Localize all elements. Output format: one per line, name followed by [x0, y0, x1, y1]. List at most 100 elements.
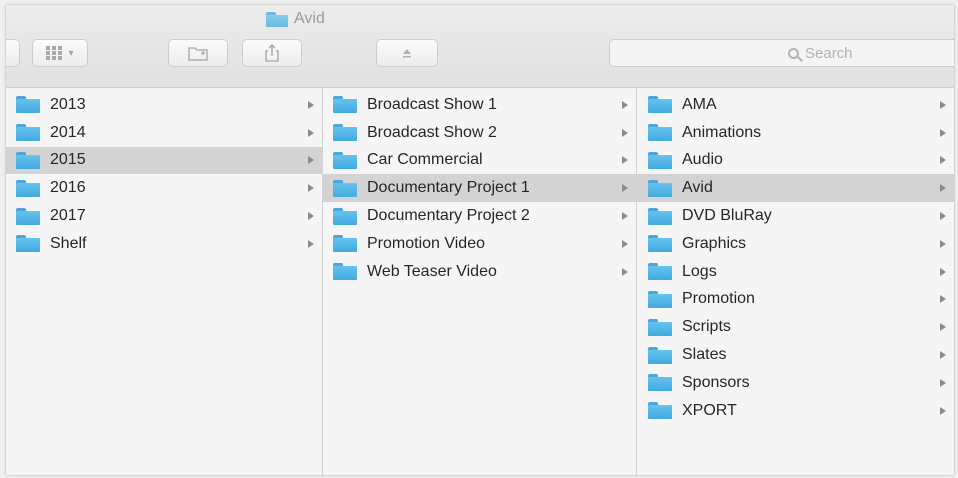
folder-row[interactable]: Promotion	[637, 286, 954, 314]
folder-label: Shelf	[50, 234, 87, 252]
column-browser: 2013 2014 2015 2016 2017 Shelf Broadcast Show…	[6, 88, 954, 475]
disclosure-arrow-icon	[940, 295, 946, 304]
folder-label: Logs	[682, 262, 717, 280]
folder-row[interactable]: Broadcast Show 1	[323, 91, 636, 119]
folder-row[interactable]: AMA	[637, 91, 954, 119]
folder-icon	[333, 235, 357, 253]
folder-row[interactable]: Documentary Project 2	[323, 202, 636, 230]
folder-icon	[333, 96, 357, 114]
folder-label: Avid	[682, 179, 713, 197]
folder-label: Slates	[682, 346, 727, 364]
folder-row[interactable]: Audio	[637, 147, 954, 175]
folder-label: Promotion Video	[367, 234, 485, 252]
folder-icon	[648, 402, 672, 420]
folder-icon	[648, 318, 672, 336]
disclosure-arrow-icon	[622, 239, 628, 248]
share-icon	[265, 44, 279, 62]
folder-row[interactable]: Car Commercial	[323, 147, 636, 175]
folder-icon	[16, 151, 40, 169]
folder-row[interactable]: 2017	[6, 202, 322, 230]
folder-label: 2016	[50, 179, 86, 197]
folder-label: Promotion	[682, 290, 755, 308]
disclosure-arrow-icon	[940, 351, 946, 360]
folder-row[interactable]: Graphics	[637, 230, 954, 258]
folder-label: 2014	[50, 123, 86, 141]
disclosure-arrow-icon	[940, 184, 946, 193]
folder-icon	[648, 96, 672, 114]
folder-icon	[648, 151, 672, 169]
folder-row[interactable]: DVD BluRay	[637, 202, 954, 230]
folder-row[interactable]: Documentary Project 1	[323, 174, 636, 203]
folder-row[interactable]: 2015	[6, 146, 322, 175]
disclosure-arrow-icon	[940, 323, 946, 332]
new-folder-button[interactable]	[168, 39, 228, 67]
folder-label: 2017	[50, 207, 86, 225]
folder-icon	[266, 11, 288, 27]
folder-row[interactable]: Avid	[637, 174, 954, 203]
disclosure-arrow-icon	[940, 212, 946, 221]
disclosure-arrow-icon	[940, 406, 946, 415]
disclosure-arrow-icon	[940, 100, 946, 109]
folder-label: AMA	[682, 95, 717, 113]
column-projects[interactable]: Broadcast Show 1 Broadcast Show 2 Car Comm…	[323, 88, 637, 475]
folder-icon	[16, 235, 40, 253]
folder-label: Sponsors	[682, 373, 750, 391]
folder-icon	[16, 124, 40, 142]
folder-label: 2013	[50, 95, 86, 113]
finder-window: Avid ▾ Search 2013 2014 2015 2016 2017 S…	[5, 4, 955, 476]
disclosure-arrow-icon	[308, 239, 314, 248]
disclosure-arrow-icon	[308, 212, 314, 221]
share-button[interactable]	[242, 39, 302, 67]
disclosure-arrow-icon	[308, 100, 314, 109]
disclosure-arrow-icon	[622, 100, 628, 109]
folder-label: DVD BluRay	[682, 207, 772, 225]
new-folder-icon	[188, 47, 208, 61]
folder-icon	[333, 207, 357, 225]
folder-label: Broadcast Show 2	[367, 123, 497, 141]
column-subfolders[interactable]: AMA Animations Audio Avid DVD BluRay Graphics…	[637, 88, 954, 475]
folder-row[interactable]: 2013	[6, 91, 322, 119]
folder-row[interactable]: Shelf	[6, 230, 322, 258]
folder-row[interactable]: Web Teaser Video	[323, 258, 636, 286]
folder-row[interactable]: 2016	[6, 174, 322, 202]
disclosure-arrow-icon	[622, 128, 628, 137]
folder-label: Documentary Project 1	[367, 179, 530, 197]
folder-label: Graphics	[682, 234, 747, 252]
disclosure-arrow-icon	[622, 184, 628, 193]
folder-row[interactable]: Broadcast Show 2	[323, 119, 636, 147]
folder-row[interactable]: Scripts	[637, 313, 954, 341]
folder-row[interactable]: 2014	[6, 119, 322, 147]
folder-icon	[333, 124, 357, 142]
folder-icon	[648, 124, 672, 142]
disclosure-arrow-icon	[622, 156, 628, 165]
folder-icon	[16, 207, 40, 225]
disclosure-arrow-icon	[308, 184, 314, 193]
back-forward-button[interactable]	[6, 39, 20, 67]
folder-icon	[16, 179, 40, 197]
column-years[interactable]: 2013 2014 2015 2016 2017 Shelf	[6, 88, 323, 475]
folder-icon	[648, 207, 672, 225]
window-title-label: Avid	[294, 10, 325, 27]
folder-icon	[333, 151, 357, 169]
folder-row[interactable]: Sponsors	[637, 369, 954, 397]
folder-row[interactable]: XPORT	[637, 397, 954, 425]
folder-label: XPORT	[682, 401, 737, 419]
folder-icon	[648, 290, 672, 308]
folder-icon	[648, 263, 672, 281]
folder-row[interactable]: Promotion Video	[323, 230, 636, 258]
view-options-button[interactable]: ▾	[32, 39, 88, 67]
folder-row[interactable]: Animations	[637, 119, 954, 147]
search-input[interactable]: Search	[609, 39, 954, 67]
folder-row[interactable]: Slates	[637, 341, 954, 369]
folder-icon	[16, 96, 40, 114]
disclosure-arrow-icon	[940, 128, 946, 137]
search-icon	[788, 47, 799, 59]
eject-button[interactable]	[376, 39, 438, 67]
search-placeholder: Search	[805, 44, 853, 62]
folder-icon	[333, 179, 357, 197]
disclosure-arrow-icon	[308, 156, 314, 165]
disclosure-arrow-icon	[308, 128, 314, 137]
folder-label: Web Teaser Video	[367, 262, 497, 280]
folder-row[interactable]: Logs	[637, 258, 954, 286]
folder-label: Audio	[682, 151, 723, 169]
